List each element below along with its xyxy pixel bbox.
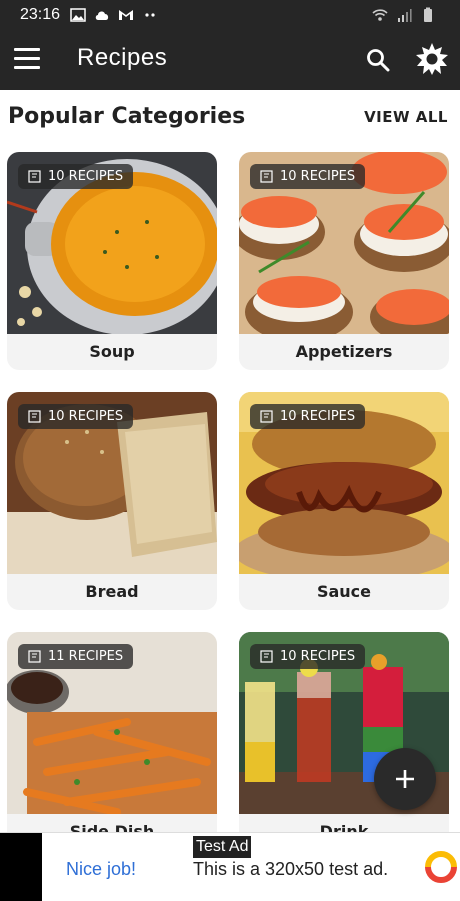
book-icon — [260, 650, 273, 663]
search-icon[interactable] — [364, 46, 392, 74]
ad-banner[interactable]: Test Ad Nice job! This is a 320x50 test … — [0, 832, 460, 901]
status-bar: 23:16 — [0, 0, 460, 30]
wifi-icon — [372, 9, 388, 21]
category-card-sauce[interactable]: 10 RECIPES Sauce — [239, 392, 449, 610]
image-icon — [70, 8, 86, 22]
ad-left-strip — [0, 833, 42, 901]
book-icon — [28, 170, 41, 183]
book-icon — [260, 170, 273, 183]
category-card-bread[interactable]: 10 RECIPES Bread — [7, 392, 217, 610]
hamburger-menu-icon[interactable] — [14, 48, 40, 72]
plus-icon — [396, 770, 414, 788]
more-dots-icon — [145, 13, 155, 17]
add-recipe-button[interactable] — [374, 748, 436, 810]
ad-text: This is a 320x50 test ad. — [193, 859, 389, 879]
recipe-count-badge: 10 RECIPES — [250, 164, 366, 189]
book-icon — [260, 410, 273, 423]
recipe-count-badge: 10 RECIPES — [18, 164, 134, 189]
ad-logo-icon[interactable] — [424, 850, 458, 884]
battery-icon — [424, 7, 432, 22]
book-icon — [28, 410, 41, 423]
recipe-count-text: 10 RECIPES — [48, 169, 124, 184]
brightness-icon[interactable] — [414, 41, 450, 77]
section-title: Popular Categories — [8, 104, 246, 129]
recipe-count-text: 10 RECIPES — [48, 409, 124, 424]
category-card-appetizers[interactable]: 10 RECIPES Appetizers — [239, 152, 449, 370]
category-card-soup[interactable]: 10 RECIPES Soup — [7, 152, 217, 370]
category-card-side-dish[interactable]: 11 RECIPES Side Dish — [7, 632, 217, 850]
ad-headline[interactable]: Nice job! — [66, 859, 136, 880]
app-title: Recipes — [77, 44, 168, 71]
recipe-count-text: 10 RECIPES — [280, 409, 356, 424]
recipe-count-badge: 10 RECIPES — [18, 404, 134, 429]
category-name: Sauce — [316, 582, 372, 601]
view-all-link[interactable]: VIEW ALL — [364, 108, 448, 126]
recipe-count-text: 10 RECIPES — [280, 649, 356, 664]
gmail-icon — [119, 10, 133, 20]
signal-icon — [398, 9, 412, 22]
recipe-count-text: 10 RECIPES — [280, 169, 356, 184]
category-name: Bread — [85, 582, 139, 601]
book-icon — [28, 650, 41, 663]
status-time: 23:16 — [20, 6, 61, 23]
category-name: Soup — [89, 342, 135, 361]
recipe-count-text: 11 RECIPES — [48, 649, 124, 664]
recipe-count-badge: 10 RECIPES — [250, 644, 366, 669]
recipe-count-badge: 10 RECIPES — [250, 404, 366, 429]
app-bar: Recipes — [0, 30, 460, 90]
category-name: Appetizers — [295, 342, 393, 361]
cloud-icon — [95, 11, 109, 20]
ad-tag: Test Ad — [193, 836, 252, 858]
recipe-count-badge: 11 RECIPES — [18, 644, 134, 669]
category-card-drink[interactable]: 10 RECIPES Drink — [239, 632, 449, 850]
